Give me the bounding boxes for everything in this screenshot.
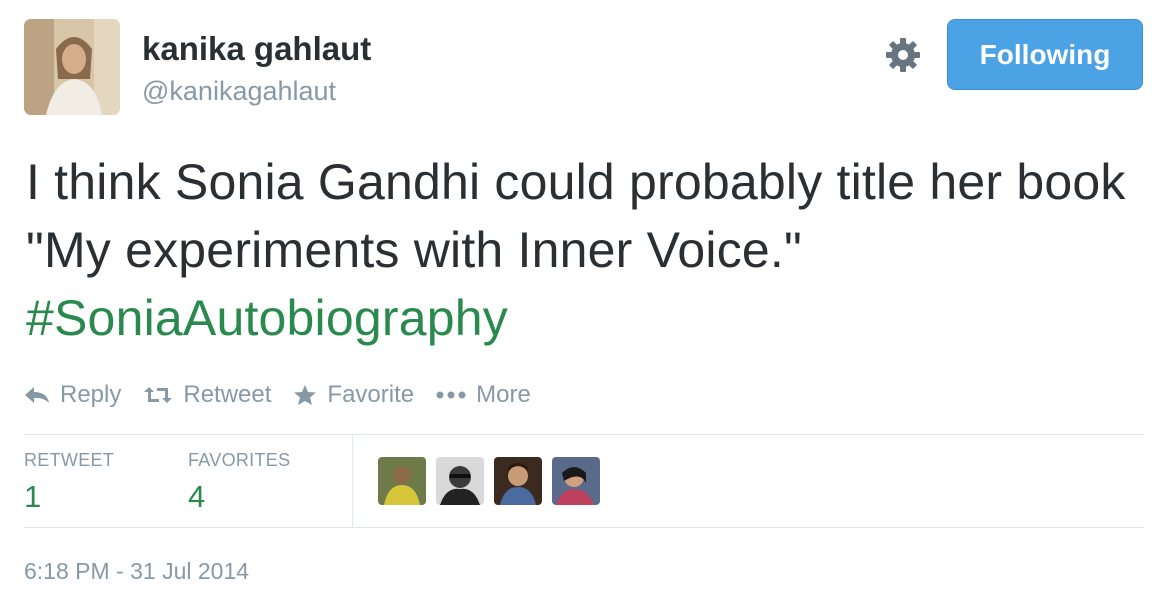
- favorites-stat[interactable]: FAVORITES 4: [188, 450, 290, 515]
- avatar[interactable]: [378, 457, 426, 505]
- retweet-button[interactable]: Retweet: [143, 381, 271, 409]
- tweet-body: I think Sonia Gandhi could probably titl…: [26, 154, 1126, 278]
- reply-icon: [25, 387, 49, 403]
- retweet-stat[interactable]: RETWEET 1: [24, 450, 114, 515]
- author-display-name[interactable]: kanika gahlaut: [142, 30, 371, 68]
- tweet-actions: Reply Retweet Favorite More: [24, 378, 553, 412]
- author-handle[interactable]: @kanikagahlaut: [142, 76, 336, 107]
- favorite-label: Favorite: [327, 381, 415, 408]
- retweet-label: Retweet: [183, 381, 272, 408]
- avatar[interactable]: [494, 457, 542, 505]
- divider: [24, 527, 1144, 528]
- tweet-timestamp[interactable]: 6:18 PM - 31 Jul 2014: [24, 558, 249, 585]
- following-button[interactable]: Following: [947, 19, 1143, 90]
- tweet-text: I think Sonia Gandhi could probably titl…: [26, 148, 1146, 352]
- avatar[interactable]: [436, 457, 484, 505]
- stats-divider: [352, 434, 353, 527]
- divider: [24, 434, 1144, 435]
- ellipsis-icon: [436, 391, 466, 399]
- retweet-count: 1: [24, 479, 42, 514]
- reply-label: Reply: [60, 381, 122, 408]
- avatar[interactable]: [552, 457, 600, 505]
- favorited-by-avatars: [378, 457, 610, 505]
- retweet-icon: [144, 387, 173, 403]
- gear-icon[interactable]: [884, 36, 922, 74]
- favorites-stat-label: FAVORITES: [188, 450, 291, 470]
- retweet-stat-label: RETWEET: [24, 450, 115, 470]
- more-button[interactable]: More: [436, 381, 531, 409]
- more-label: More: [476, 381, 531, 408]
- reply-button[interactable]: Reply: [24, 381, 121, 409]
- favorites-count: 4: [188, 479, 206, 514]
- author-avatar[interactable]: [24, 19, 120, 115]
- star-icon: [294, 385, 317, 405]
- hashtag-link[interactable]: #SoniaAutobiography: [26, 290, 508, 346]
- favorite-button[interactable]: Favorite: [293, 381, 414, 409]
